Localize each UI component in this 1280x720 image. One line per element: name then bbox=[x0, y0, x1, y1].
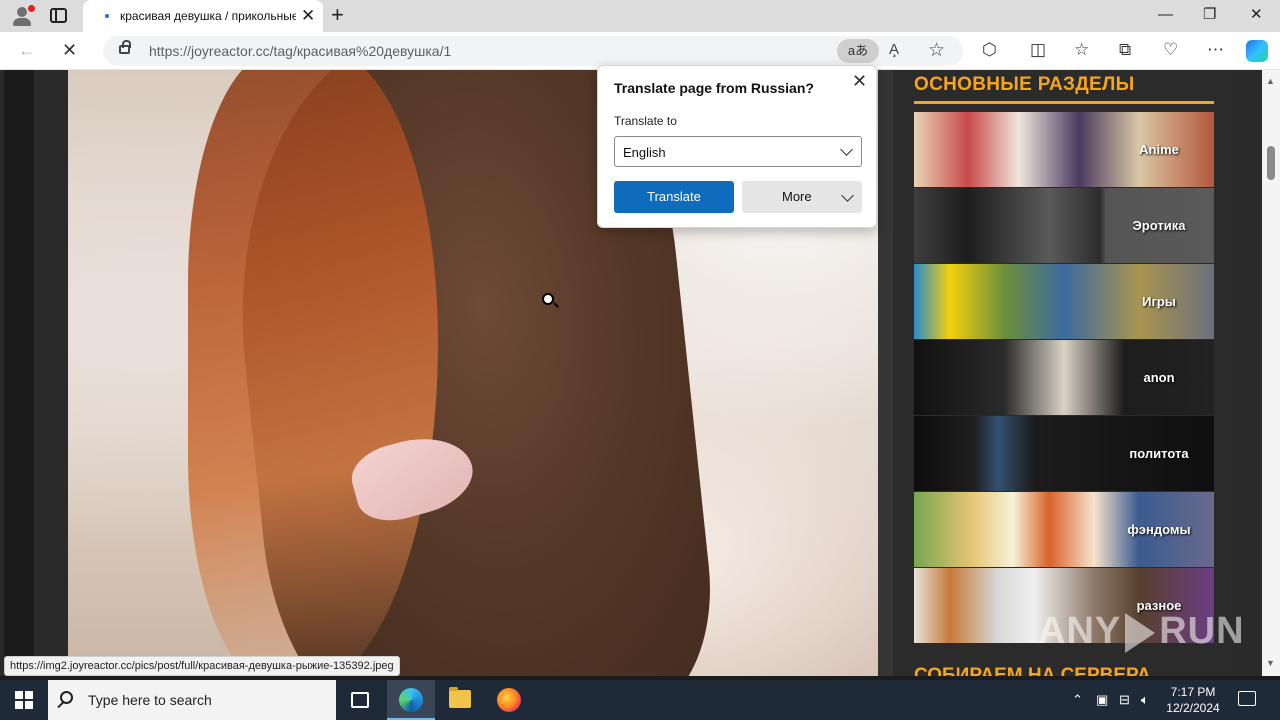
extensions-icon[interactable]: ⬡ bbox=[982, 40, 997, 60]
tab-bar: красивая девушка / прикольные ✕ + — ❐ ✕ bbox=[0, 0, 1280, 32]
selected-language: English bbox=[623, 145, 666, 160]
page-scrollbar[interactable]: ▲ ▼ bbox=[1262, 70, 1280, 676]
tab-actions-icon[interactable] bbox=[50, 8, 67, 23]
translate-button[interactable]: Translate bbox=[614, 181, 734, 213]
tab-title: красивая девушка / прикольные bbox=[120, 9, 296, 23]
task-view-button[interactable] bbox=[336, 680, 384, 720]
minimize-button[interactable]: — bbox=[1158, 5, 1173, 25]
category-anime[interactable]: Anime bbox=[914, 112, 1214, 187]
watermark-left: ANY bbox=[1038, 610, 1122, 652]
copilot-icon[interactable] bbox=[1246, 40, 1268, 62]
translate-popup: Translate page from Russian? ✕ Translate… bbox=[597, 65, 877, 228]
clock-date: 12/2/2024 bbox=[1166, 701, 1220, 715]
search-icon bbox=[60, 691, 73, 704]
taskbar-search[interactable]: Type here to search bbox=[48, 680, 336, 720]
url-text[interactable]: https://joyreactor.cc/tag/красивая%20дев… bbox=[149, 43, 451, 59]
collections-icon[interactable]: ⧉ bbox=[1119, 40, 1131, 60]
tray-device-icon[interactable]: ▣ bbox=[1096, 691, 1108, 709]
clock-time: 7:17 PM bbox=[1170, 685, 1216, 699]
volume-icon[interactable]: 🔈︎ bbox=[1141, 691, 1149, 709]
popup-close-button[interactable]: ✕ bbox=[852, 71, 867, 91]
category-label: политота bbox=[1129, 446, 1189, 461]
zoom-cursor-icon bbox=[542, 293, 554, 305]
favorites-icon[interactable]: ☆ bbox=[1074, 40, 1089, 60]
more-button[interactable]: More bbox=[742, 181, 862, 213]
tab-active[interactable]: красивая девушка / прикольные ✕ bbox=[83, 0, 323, 32]
translate-to-label: Translate to bbox=[614, 114, 677, 128]
content-gutter bbox=[878, 70, 893, 676]
split-screen-icon[interactable]: ◫ bbox=[1030, 40, 1046, 60]
notifications-icon[interactable] bbox=[1238, 691, 1256, 706]
category-label: Эротика bbox=[1132, 218, 1186, 233]
chevron-down-icon bbox=[841, 189, 854, 202]
close-window-button[interactable]: ✕ bbox=[1250, 5, 1263, 25]
windows-start-icon[interactable] bbox=[15, 691, 33, 709]
search-placeholder: Type here to search bbox=[88, 692, 212, 708]
scroll-down-arrow-icon[interactable]: ▼ bbox=[1266, 658, 1275, 668]
status-link-preview: https://img2.joyreactor.cc/pics/post/ful… bbox=[4, 656, 400, 676]
browser-essentials-icon[interactable]: ♡ bbox=[1163, 40, 1178, 60]
settings-more-icon[interactable]: ⋯ bbox=[1207, 40, 1224, 60]
category-label: Anime bbox=[1139, 142, 1179, 157]
loading-dot-icon bbox=[105, 14, 109, 18]
scroll-up-arrow-icon[interactable]: ▲ bbox=[1266, 76, 1275, 86]
firefox-icon bbox=[497, 688, 521, 712]
taskbar: Type here to search ⌃ ▣ ⊟ 🔈︎ 7:17 PM 12/… bbox=[0, 680, 1280, 720]
stop-loading-icon[interactable]: ✕ bbox=[62, 40, 77, 60]
network-icon[interactable]: ⊟ bbox=[1119, 691, 1130, 709]
popup-title: Translate page from Russian? bbox=[614, 80, 814, 96]
category-label: Игры bbox=[1142, 294, 1176, 309]
new-tab-button[interactable]: + bbox=[331, 3, 344, 27]
profile-icon[interactable] bbox=[10, 5, 35, 27]
watermark-right: RUN bbox=[1159, 610, 1245, 652]
edge-icon bbox=[399, 688, 423, 712]
folder-icon bbox=[449, 687, 471, 708]
category-politics[interactable]: политота bbox=[914, 416, 1214, 491]
section-divider bbox=[914, 101, 1214, 104]
explorer-taskbar-button[interactable] bbox=[436, 680, 484, 720]
read-aloud-icon[interactable]: A̧ bbox=[889, 41, 899, 58]
watermark-logo: ANY RUN bbox=[1038, 610, 1245, 653]
tab-close-button[interactable]: ✕ bbox=[301, 6, 315, 26]
category-fandoms[interactable]: фэндомы bbox=[914, 492, 1214, 567]
task-view-icon bbox=[351, 692, 369, 708]
category-label: anon bbox=[1143, 370, 1175, 385]
category-erotica[interactable]: Эротика bbox=[914, 188, 1214, 263]
language-select[interactable]: English bbox=[614, 136, 862, 167]
chevron-down-icon bbox=[840, 143, 853, 156]
translate-icon[interactable]: aあ bbox=[837, 39, 879, 63]
favorite-star-icon[interactable]: ☆ bbox=[928, 39, 945, 62]
page-left-border bbox=[4, 70, 34, 676]
taskbar-clock[interactable]: 7:17 PM 12/2/2024 bbox=[1158, 684, 1228, 716]
firefox-taskbar-button[interactable] bbox=[485, 680, 533, 720]
more-label: More bbox=[782, 189, 812, 204]
category-anon[interactable]: anon bbox=[914, 340, 1214, 415]
edge-taskbar-button[interactable] bbox=[387, 680, 435, 720]
sidebar-section-title: ОСНОВНЫЕ РАЗДЕЛЫ bbox=[914, 74, 1135, 95]
back-arrow-icon[interactable]: ← bbox=[18, 40, 36, 60]
tray-chevron-up-icon[interactable]: ⌃ bbox=[1072, 691, 1083, 709]
category-label: фэндомы bbox=[1127, 522, 1191, 537]
scrollbar-thumb[interactable] bbox=[1267, 146, 1275, 180]
address-bar[interactable]: https://joyreactor.cc/tag/красивая%20дев… bbox=[103, 36, 963, 66]
restore-button[interactable]: ❐ bbox=[1203, 5, 1216, 25]
lock-icon[interactable] bbox=[119, 40, 131, 54]
next-section-title: СОБИРАЕМ НА СЕРВЕРА bbox=[914, 665, 1151, 676]
category-games[interactable]: Игры bbox=[914, 264, 1214, 339]
